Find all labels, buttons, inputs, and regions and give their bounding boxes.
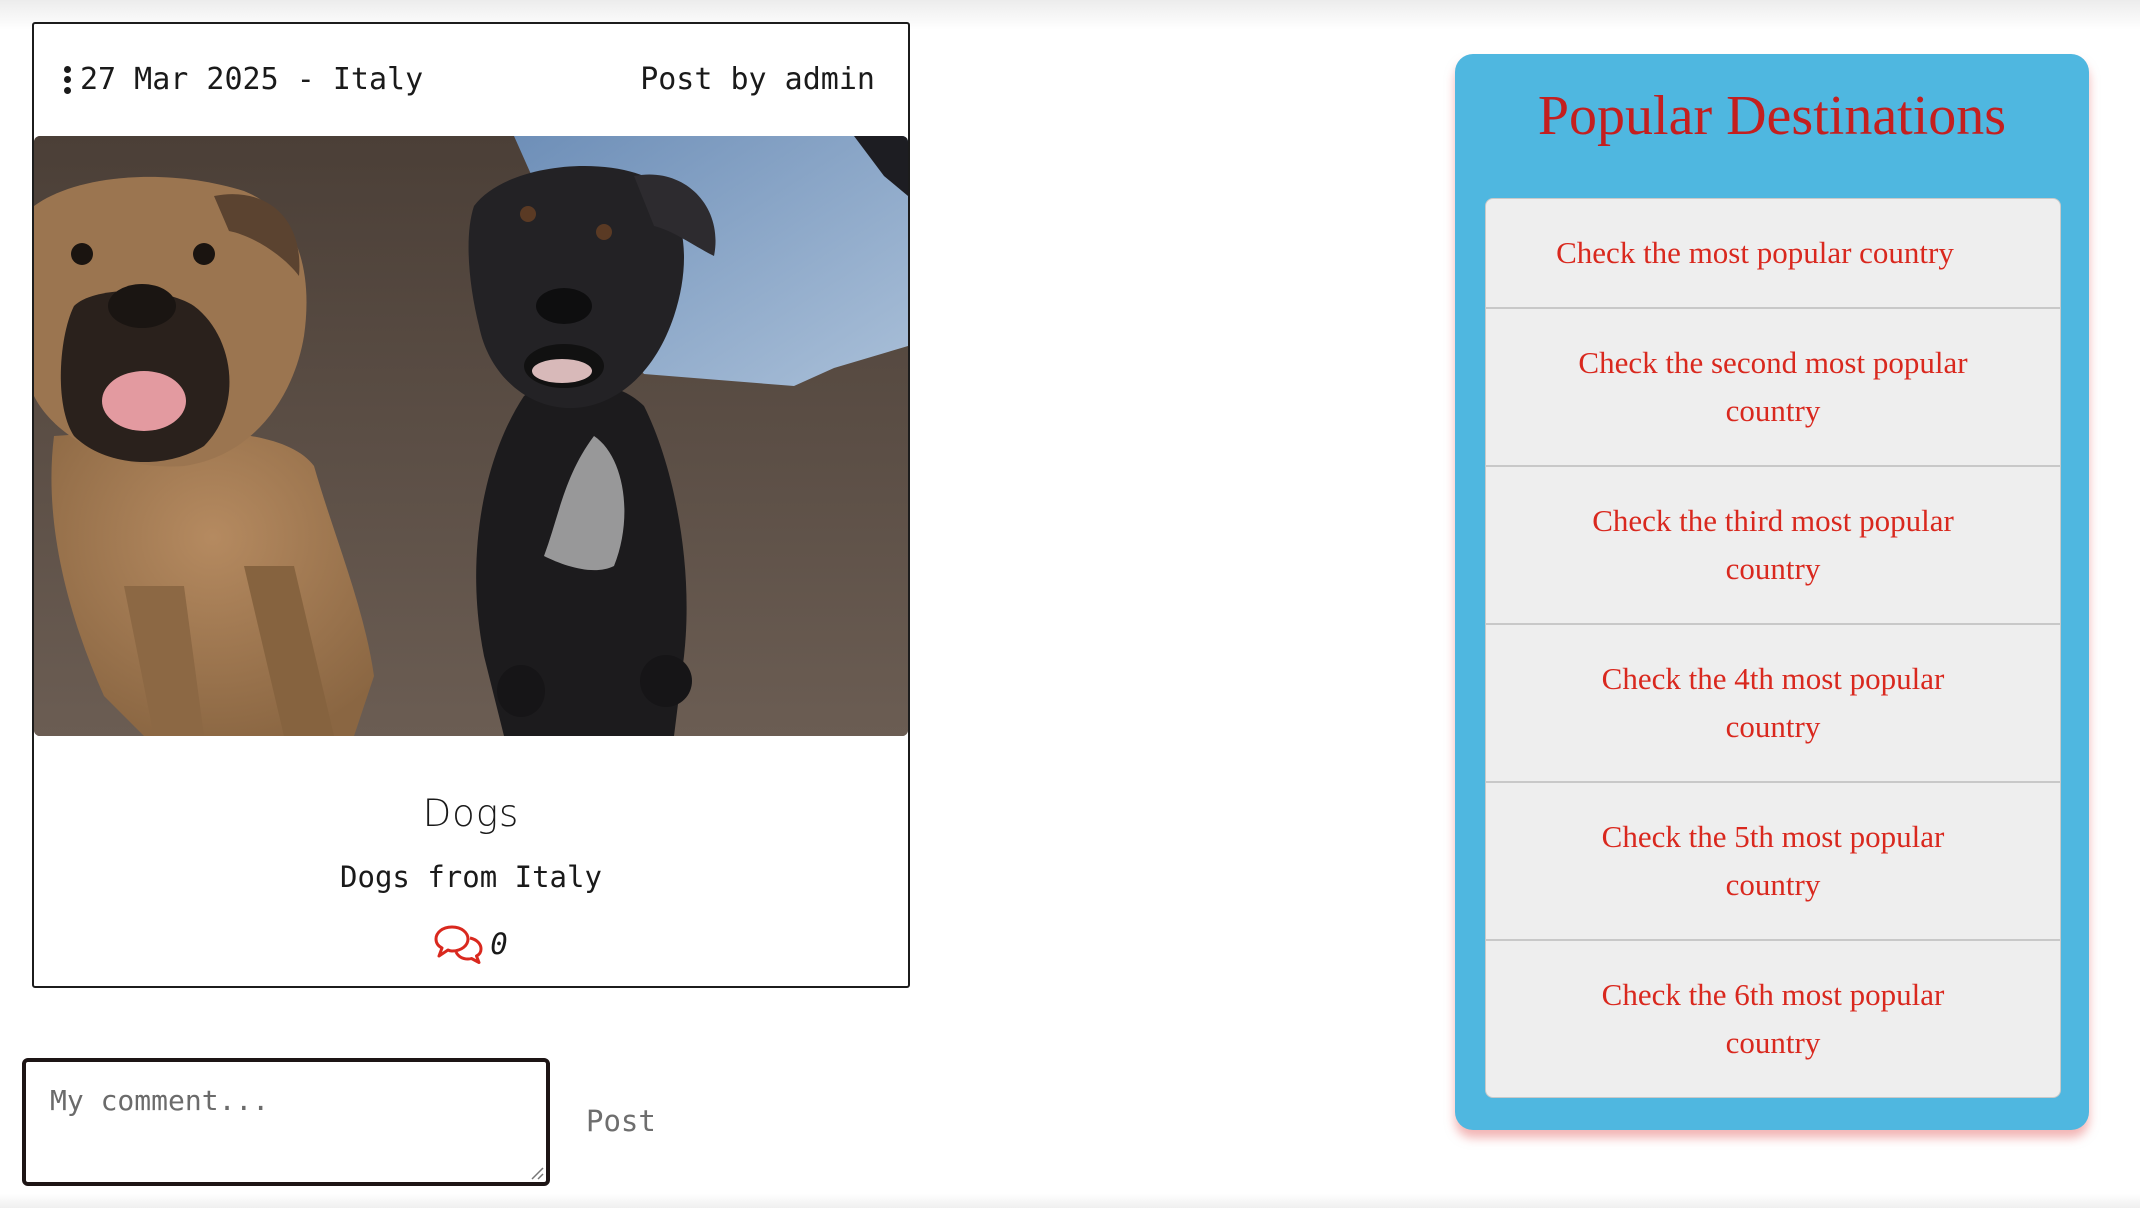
bottom-shadow [0, 1194, 2140, 1208]
panel-title: Popular Destinations [1537, 85, 2007, 147]
list-item: Check the 4th most popular country [1486, 623, 2060, 781]
post-subtitle: Dogs from Italy [340, 860, 602, 894]
post-date-text: 27 Mar 2025 - Italy [80, 62, 424, 97]
destination-list: Check the most popular country Check the… [1485, 198, 2061, 1098]
popular-destinations-panel: Popular Destinations Check the most popu… [1455, 54, 2089, 1130]
kebab-menu-icon[interactable] [64, 65, 72, 94]
post-title[interactable]: Dogs [34, 792, 908, 835]
list-item: Check the 6th most popular country [1486, 939, 2060, 1097]
comment-count[interactable]: 0 [34, 924, 908, 964]
post-image[interactable] [34, 136, 908, 736]
destination-link-2[interactable]: Check the second most popular country [1556, 339, 1990, 435]
comment-count-value: 0 [490, 927, 508, 961]
post-meta: 27 Mar 2025 - Italy Post by admin [34, 24, 908, 138]
destination-link-5[interactable]: Check the 5th most popular country [1556, 813, 1990, 909]
list-item: Check the third most popular country [1486, 465, 2060, 623]
post-card: 27 Mar 2025 - Italy Post by admin Dogs D… [32, 22, 910, 988]
list-item: Check the most popular country [1486, 199, 2060, 307]
post-author: Post by admin [640, 62, 875, 97]
list-item: Check the 5th most popular country [1486, 781, 2060, 939]
destination-link-1[interactable]: Check the most popular country [1556, 229, 1954, 277]
destination-link-4[interactable]: Check the 4th most popular country [1556, 655, 1990, 751]
post-date-location: 27 Mar 2025 - Italy [64, 62, 423, 97]
comment-input[interactable] [22, 1058, 550, 1186]
destination-link-3[interactable]: Check the third most popular country [1556, 497, 1990, 593]
list-item: Check the second most popular country [1486, 307, 2060, 465]
post-comment-button[interactable]: Post [586, 1104, 656, 1138]
comments-icon [434, 925, 483, 964]
destination-link-6[interactable]: Check the 6th most popular country [1556, 971, 1990, 1067]
dogs-photo [34, 136, 908, 736]
